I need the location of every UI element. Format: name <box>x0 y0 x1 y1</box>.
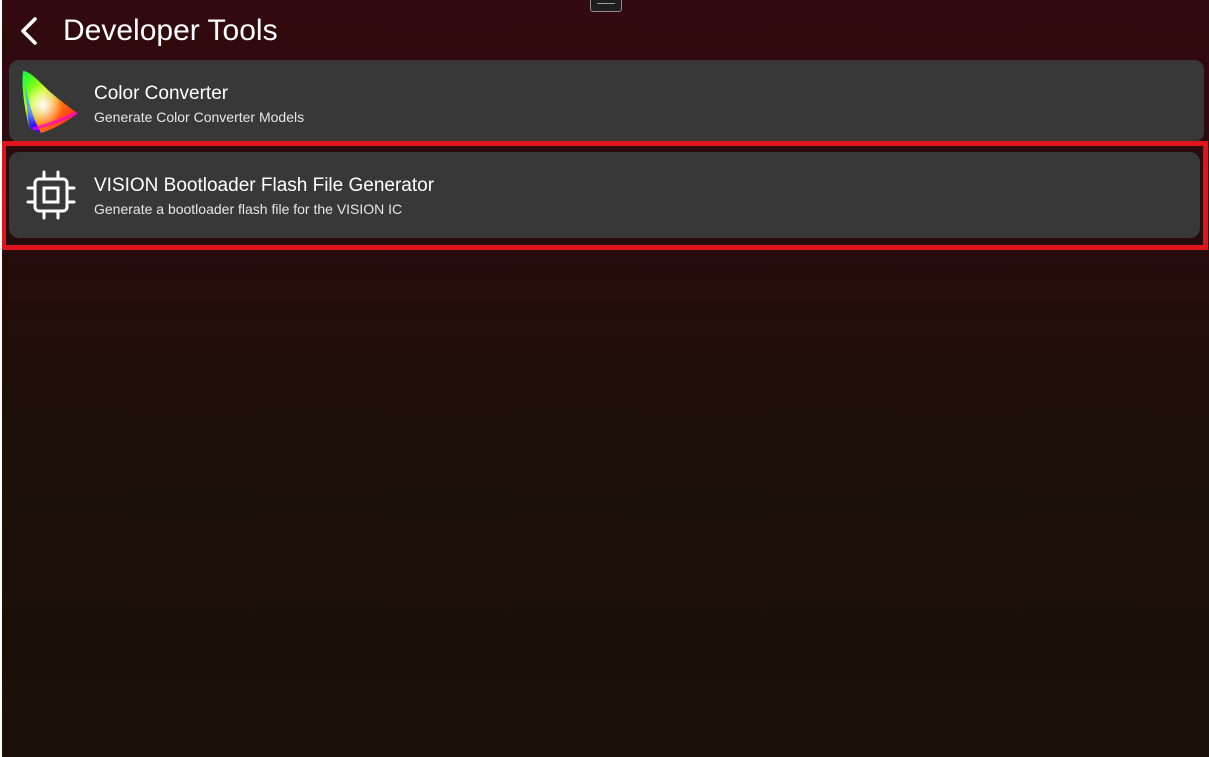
back-button[interactable] <box>10 12 48 50</box>
app-window: Developer Tools Color Converter Generate… <box>2 0 1209 757</box>
tool-title: Color Converter <box>94 83 229 104</box>
tool-description: Generate Color Converter Models <box>94 109 305 125</box>
page-header: Developer Tools <box>2 0 1209 60</box>
page-title: Developer Tools <box>63 14 278 47</box>
tool-item-bootloader-flash-generator[interactable]: VISION Bootloader Flash File Generator G… <box>9 152 1200 238</box>
tool-title: VISION Bootloader Flash File Generator <box>94 175 435 196</box>
color-gamut-icon <box>22 71 78 133</box>
chip-icon <box>26 170 76 220</box>
tool-description: Generate a bootloader flash file for the… <box>94 201 403 217</box>
tool-item-color-converter[interactable]: Color Converter Generate Color Converter… <box>9 60 1204 142</box>
chevron-left-icon <box>21 17 37 45</box>
